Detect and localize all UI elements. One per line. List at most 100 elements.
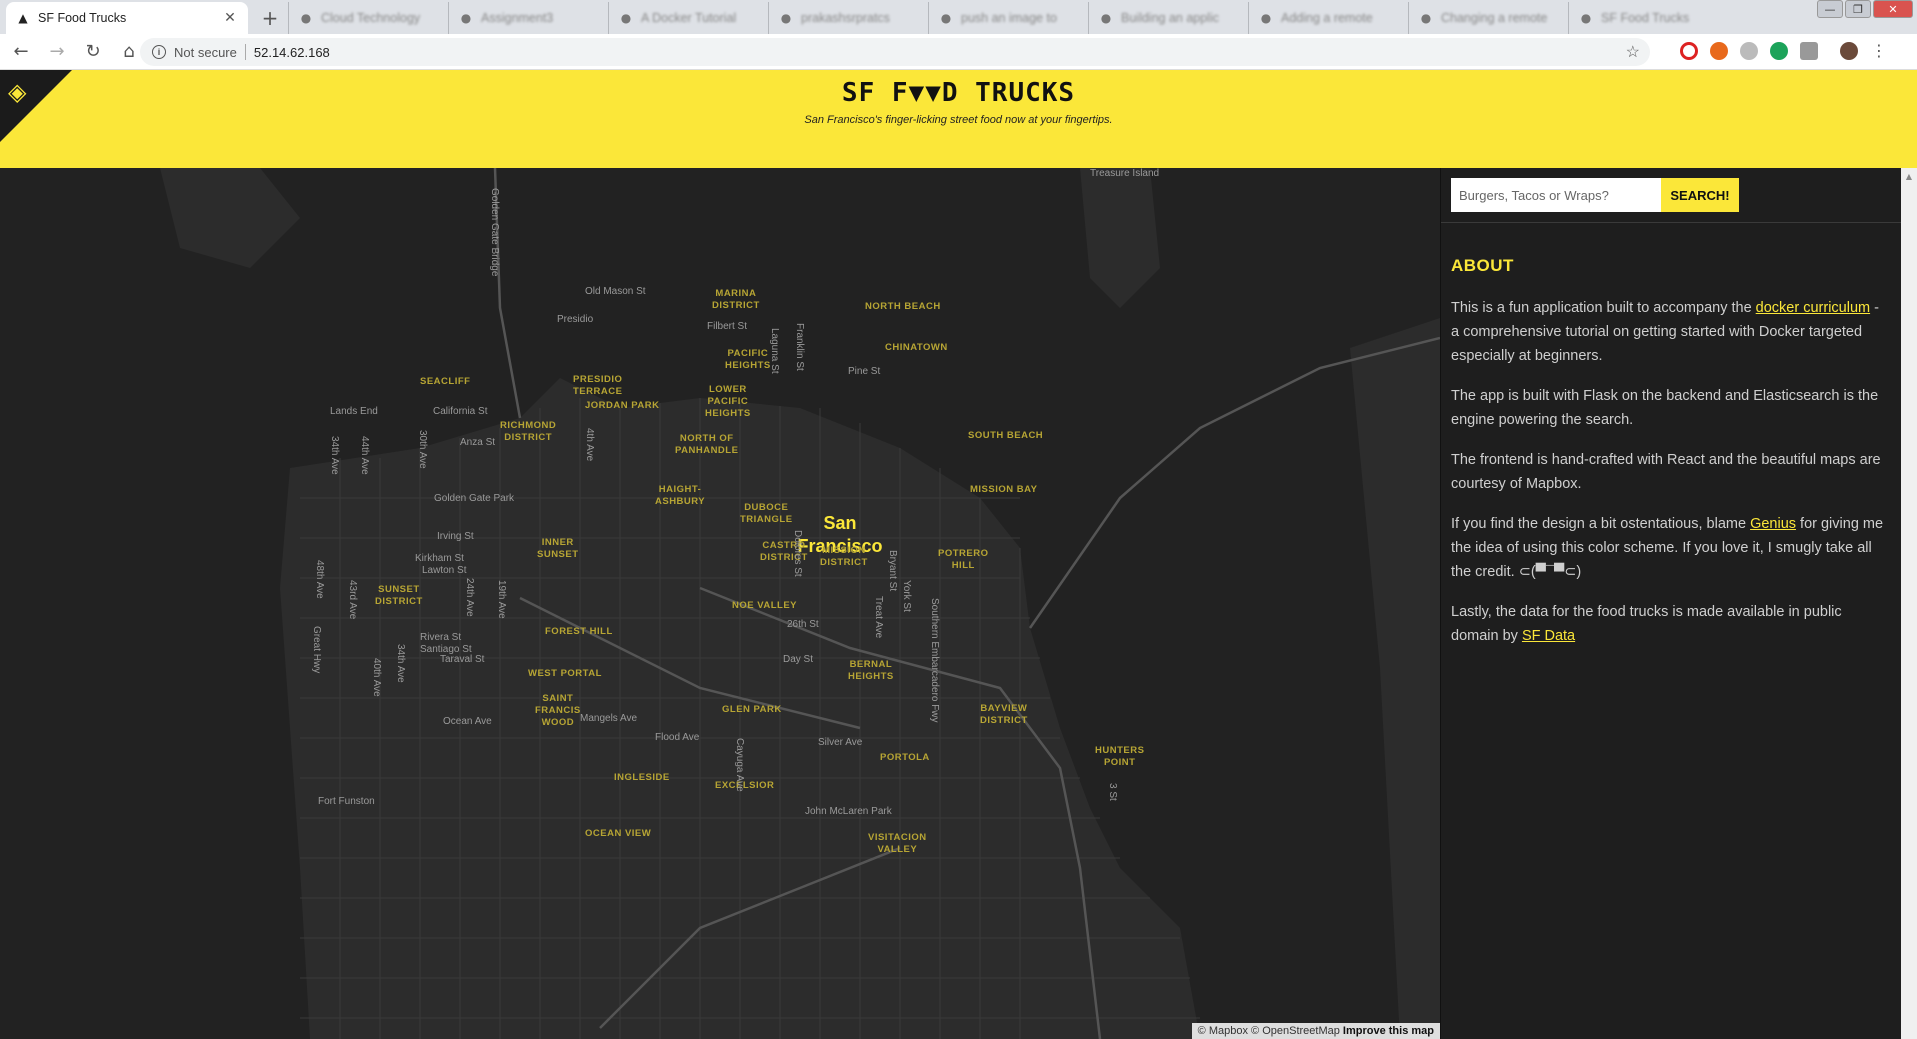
- street-label: 30th Ave: [417, 430, 428, 469]
- street-label: Southern Embarcadero Fwy: [929, 598, 940, 723]
- background-tab[interactable]: ● A Docker Tutorial: [608, 2, 768, 34]
- map-canvas[interactable]: San Francisco MARINA DISTRICT NORTH BEACH…: [0, 168, 1440, 1039]
- street-label: Franklin St: [794, 323, 805, 371]
- street-label: 34th Ave: [329, 436, 340, 475]
- about-paragraph-1: This is a fun application built to accom…: [1451, 296, 1891, 368]
- cloud-extension-icon[interactable]: [1740, 42, 1758, 60]
- background-tab-title: Building an applic: [1121, 11, 1219, 25]
- neighborhood-label: VISITACION VALLEY: [868, 832, 927, 855]
- page-scrollbar[interactable]: ▲: [1901, 168, 1917, 1039]
- address-bar[interactable]: i Not secure 52.14.62.168 ☆: [140, 38, 1650, 66]
- search-input[interactable]: [1451, 178, 1661, 212]
- neighborhood-label: HUNTERS POINT: [1095, 745, 1145, 768]
- tab-favicon-icon: ●: [940, 11, 952, 25]
- neighborhood-label: PRESIDIO TERRACE: [573, 374, 623, 397]
- grey-extension-icon[interactable]: [1800, 42, 1818, 60]
- search-form: SEARCH!: [1451, 178, 1739, 212]
- street-label: 19th Ave: [496, 580, 507, 619]
- street-label: Treat Ave: [873, 596, 884, 639]
- background-tab-title: A Docker Tutorial: [641, 11, 737, 25]
- restore-button[interactable]: ❐: [1845, 0, 1871, 18]
- security-label: Not secure: [174, 44, 237, 60]
- background-tab[interactable]: ● Changing a remote: [1408, 2, 1568, 34]
- profile-avatar[interactable]: [1840, 42, 1858, 60]
- background-tab-title: Cloud Technology: [321, 11, 421, 25]
- scroll-up-arrow-icon[interactable]: ▲: [1901, 168, 1917, 184]
- street-label: Great Hwy: [311, 626, 322, 674]
- street-label: Cayuga Ave: [734, 738, 745, 792]
- street-label: Anza St: [460, 437, 496, 448]
- background-tab-title: prakashsrpratcs: [801, 11, 890, 25]
- genius-link[interactable]: Genius: [1750, 516, 1796, 532]
- street-label: Old Mason St: [585, 286, 646, 297]
- site-subtitle: San Francisco's finger-licking street fo…: [804, 114, 1113, 126]
- site-title: SF F▼▼D TRUCKS: [841, 78, 1076, 108]
- forward-button[interactable]: →: [42, 37, 72, 67]
- neighborhood-label: PACIFIC HEIGHTS: [725, 348, 771, 371]
- treasure-island: [1080, 168, 1160, 308]
- background-tab[interactable]: ● Adding a remote: [1248, 2, 1408, 34]
- street-label: Day St: [783, 654, 814, 665]
- street-label: Lands End: [330, 406, 378, 417]
- background-tab[interactable]: ● SF Food Trucks: [1568, 2, 1728, 34]
- menu-kebab-icon[interactable]: ⋮: [1870, 42, 1888, 60]
- neighborhood-label: SAINT FRANCIS WOOD: [535, 693, 581, 728]
- neighborhood-label: GLEN PARK: [722, 704, 782, 715]
- background-tab[interactable]: ● Building an applic: [1088, 2, 1248, 34]
- minimize-button[interactable]: —: [1817, 0, 1843, 18]
- street-label: Silver Ave: [818, 737, 863, 748]
- mapbox-credit-link[interactable]: © Mapbox: [1198, 1025, 1248, 1037]
- neighborhood-label: JORDAN PARK: [585, 400, 660, 411]
- street-label: 44th Ave: [359, 436, 370, 475]
- street-label: Flood Ave: [655, 732, 700, 743]
- reload-button[interactable]: ↻: [78, 37, 108, 67]
- improve-map-link[interactable]: Improve this map: [1343, 1025, 1434, 1037]
- street-label: Presidio: [557, 314, 594, 325]
- background-tab-title: SF Food Trucks: [1601, 11, 1690, 25]
- east-shore: [1350, 318, 1440, 1039]
- sf-data-link[interactable]: SF Data: [1522, 628, 1575, 644]
- street-label: Treasure Island: [1090, 168, 1160, 179]
- neighborhood-label: SUNSET DISTRICT: [375, 584, 423, 607]
- background-tab[interactable]: ● prakashsrpratcs: [768, 2, 928, 34]
- bookmark-star-icon[interactable]: ☆: [1626, 42, 1640, 62]
- tab-title: SF Food Trucks: [38, 11, 127, 25]
- tab-favicon-icon: ●: [620, 11, 632, 25]
- site-header: ◈ SF F▼▼D TRUCKS San Francisco's finger-…: [0, 70, 1917, 168]
- osm-credit-link[interactable]: © OpenStreetMap: [1251, 1025, 1340, 1037]
- street-label: Fort Funston: [318, 796, 375, 807]
- street-label: 24th Ave: [464, 578, 475, 617]
- docker-curriculum-link[interactable]: docker curriculum: [1756, 300, 1870, 316]
- url-text: 52.14.62.168: [253, 44, 330, 60]
- street-label: Golden Gate Park: [434, 493, 515, 504]
- info-icon[interactable]: i: [152, 45, 166, 59]
- browser-toolbar: ← → ↻ ⌂ i Not secure 52.14.62.168 ☆ ⋮: [0, 34, 1917, 70]
- new-tab-button[interactable]: +: [256, 4, 284, 32]
- background-tab[interactable]: ● Assignment3: [448, 2, 608, 34]
- close-window-button[interactable]: ✕: [1873, 0, 1913, 18]
- neighborhood-label: OCEAN VIEW: [585, 828, 652, 839]
- opera-extension-icon[interactable]: [1680, 42, 1698, 60]
- neighborhood-label: MISSION DISTRICT: [820, 545, 868, 568]
- neighborhood-label: WEST PORTAL: [528, 668, 602, 679]
- neighborhood-label: BAYVIEW DISTRICT: [980, 703, 1028, 726]
- neighborhood-label: INGLESIDE: [614, 772, 670, 783]
- close-tab-icon[interactable]: ✕: [222, 10, 238, 26]
- neighborhood-label: DUBOCE TRIANGLE: [740, 502, 793, 525]
- back-button[interactable]: ←: [6, 37, 36, 67]
- about-p5-text: Lastly, the data for the food trucks is …: [1451, 604, 1842, 644]
- search-button[interactable]: SEARCH!: [1661, 178, 1739, 212]
- tab-favicon-icon: ●: [300, 11, 312, 25]
- green-extension-icon[interactable]: [1770, 42, 1788, 60]
- tab-favicon-icon: ●: [1420, 11, 1432, 25]
- window-controls: — ❐ ✕: [1817, 0, 1913, 18]
- background-tab[interactable]: ● Cloud Technology: [288, 2, 448, 34]
- background-tab[interactable]: ● push an image to: [928, 2, 1088, 34]
- tab-sf-food-trucks[interactable]: ▲ SF Food Trucks ✕: [6, 2, 248, 34]
- neighborhood-label: SOUTH BEACH: [968, 430, 1044, 441]
- fire-extension-icon[interactable]: [1710, 42, 1728, 60]
- about-p1-text: This is a fun application built to accom…: [1451, 300, 1756, 316]
- street-label: 40th Ave: [371, 658, 382, 697]
- street-label: Taraval St: [440, 654, 485, 665]
- neighborhood-label: RICHMOND DISTRICT: [500, 420, 557, 443]
